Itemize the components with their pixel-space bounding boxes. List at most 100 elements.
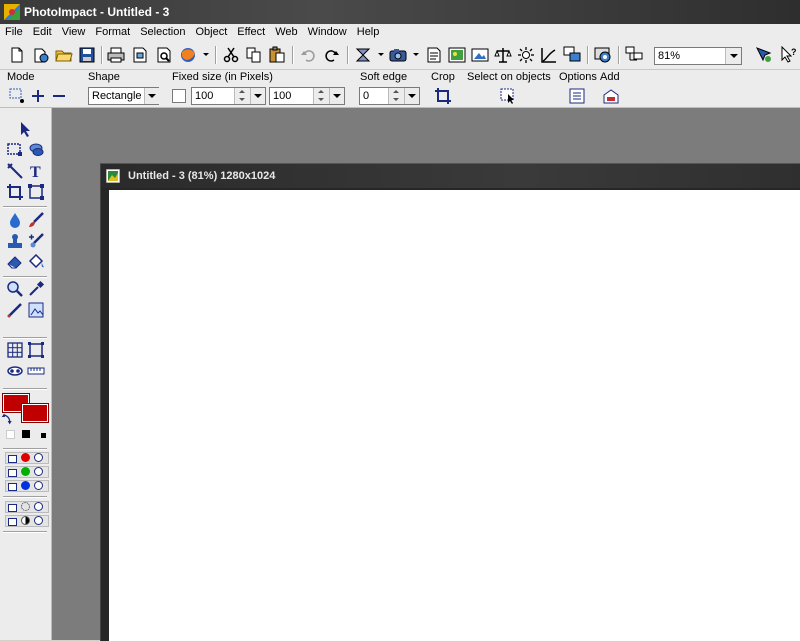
document-icon[interactable] xyxy=(105,168,121,184)
fill-bucket-icon[interactable] xyxy=(27,253,45,271)
add-to-library-icon[interactable] xyxy=(602,87,620,105)
image-canvas[interactable] xyxy=(109,190,800,641)
undo-icon[interactable] xyxy=(299,46,317,64)
eraser-icon[interactable] xyxy=(6,253,24,271)
soft-edge-dropdown-arrow[interactable] xyxy=(404,88,419,104)
paint-brush-icon[interactable] xyxy=(27,211,45,229)
easypalette-icon[interactable] xyxy=(755,46,773,64)
red-channel-plus-icon[interactable] xyxy=(34,453,43,462)
blue-channel-plus-icon[interactable] xyxy=(34,481,43,490)
width-stepper[interactable]: 100 xyxy=(191,87,266,105)
transparency-minus-icon[interactable] xyxy=(8,518,17,526)
paste-icon[interactable] xyxy=(268,46,286,64)
menu-selection[interactable]: Selection xyxy=(135,24,190,41)
swap-colors-icon[interactable] xyxy=(1,413,13,425)
document-title-bar[interactable]: Untitled - 3 (81%) 1280x1024 xyxy=(101,164,800,188)
redo-icon[interactable] xyxy=(323,46,341,64)
menu-web[interactable]: Web xyxy=(270,24,302,41)
print-preview-icon[interactable] xyxy=(131,46,149,64)
image-editing-icon[interactable] xyxy=(27,301,45,319)
default-colors-icon[interactable] xyxy=(41,433,46,438)
brush-size-dot xyxy=(21,502,30,511)
menu-help[interactable]: Help xyxy=(352,24,385,41)
open-from-web-icon[interactable] xyxy=(32,46,50,64)
soft-edge-spin-buttons[interactable] xyxy=(388,88,405,104)
height-spin-buttons[interactable] xyxy=(313,88,330,104)
screen-icon[interactable] xyxy=(594,46,612,64)
menu-effect[interactable]: Effect xyxy=(232,24,270,41)
document-window[interactable]: Untitled - 3 (81%) 1280x1024 xyxy=(100,163,800,641)
menu-format[interactable]: Format xyxy=(90,24,135,41)
transparency-plus-icon[interactable] xyxy=(34,516,43,525)
width-spin-buttons[interactable] xyxy=(234,88,251,104)
crop-icon[interactable] xyxy=(434,87,452,105)
image-optimizer-icon[interactable] xyxy=(448,46,466,64)
tone-icon[interactable] xyxy=(494,46,512,64)
web-icon[interactable] xyxy=(625,46,643,64)
height-stepper[interactable]: 100 xyxy=(269,87,345,105)
print-icon[interactable] xyxy=(107,46,125,64)
add-mode-icon[interactable] xyxy=(29,87,47,105)
copy-icon[interactable] xyxy=(245,46,263,64)
transform-tool-icon[interactable] xyxy=(27,183,45,201)
select-on-objects-icon[interactable] xyxy=(499,87,517,105)
menu-file[interactable]: File xyxy=(0,24,28,41)
add-label: Add xyxy=(600,71,620,83)
soft-edge-stepper[interactable]: 0 xyxy=(359,87,420,105)
browser-icon[interactable] xyxy=(179,46,197,64)
new-selection-mode-icon[interactable] xyxy=(8,87,26,105)
line-tool-icon[interactable] xyxy=(6,162,24,180)
brush-size-minus-icon[interactable] xyxy=(8,504,17,512)
zoom-dropdown-arrow[interactable] xyxy=(725,48,741,64)
path-icon[interactable] xyxy=(354,46,372,64)
white-swatch[interactable] xyxy=(6,430,15,439)
cut-icon[interactable] xyxy=(222,46,240,64)
shape-dropdown-arrow[interactable] xyxy=(144,88,159,104)
menu-view[interactable]: View xyxy=(57,24,91,41)
eyedropper-icon[interactable] xyxy=(27,280,45,298)
options-icon[interactable] xyxy=(568,87,586,105)
dropper-fill-icon[interactable] xyxy=(6,211,24,229)
open-folder-icon[interactable] xyxy=(55,46,73,64)
clone-stamp-icon[interactable] xyxy=(6,232,24,250)
retouch-tool-icon[interactable] xyxy=(27,232,45,250)
subtract-mode-icon[interactable] xyxy=(50,87,68,105)
blue-channel-minus-icon[interactable] xyxy=(8,483,17,491)
graph-icon[interactable] xyxy=(540,46,558,64)
brush-size-plus-icon[interactable] xyxy=(34,502,43,511)
fixed-size-checkbox[interactable] xyxy=(172,89,186,103)
width-dropdown-arrow[interactable] xyxy=(250,88,265,104)
height-dropdown-arrow[interactable] xyxy=(329,88,344,104)
help-pointer-icon[interactable]: ? xyxy=(780,46,798,64)
save-icon[interactable] xyxy=(78,46,96,64)
path-drawing-icon[interactable] xyxy=(6,301,24,319)
layout-icon[interactable] xyxy=(563,46,581,64)
view-icon[interactable] xyxy=(6,362,24,380)
frame-icon[interactable] xyxy=(27,341,45,359)
pick-tool-icon[interactable] xyxy=(16,120,34,138)
red-channel-minus-icon[interactable] xyxy=(8,455,17,463)
brightness-icon[interactable] xyxy=(517,46,535,64)
text-tool-icon[interactable]: T xyxy=(27,162,45,180)
new-icon[interactable] xyxy=(8,46,26,64)
picture-icon[interactable] xyxy=(471,46,489,64)
scan-icon[interactable] xyxy=(155,46,173,64)
menu-window[interactable]: Window xyxy=(303,24,352,41)
green-channel-plus-icon[interactable] xyxy=(34,467,43,476)
zoom-select[interactable]: 81% xyxy=(654,47,742,65)
zoom-tool-icon[interactable] xyxy=(6,280,24,298)
background-color-swatch[interactable] xyxy=(21,403,49,423)
shape-select[interactable]: Rectangle xyxy=(88,87,159,105)
selection-tool-icon[interactable] xyxy=(6,141,24,159)
menu-edit[interactable]: Edit xyxy=(28,24,57,41)
camera-icon[interactable] xyxy=(389,46,407,64)
crop-tool-icon[interactable] xyxy=(6,183,24,201)
document-icon[interactable] xyxy=(425,46,443,64)
ruler-icon[interactable] xyxy=(27,362,45,380)
black-swatch[interactable] xyxy=(22,430,30,438)
app-icon[interactable] xyxy=(4,4,20,20)
lasso-tool-icon[interactable] xyxy=(27,141,45,159)
menu-object[interactable]: Object xyxy=(190,24,232,41)
grid-icon[interactable] xyxy=(6,341,24,359)
green-channel-minus-icon[interactable] xyxy=(8,469,17,477)
